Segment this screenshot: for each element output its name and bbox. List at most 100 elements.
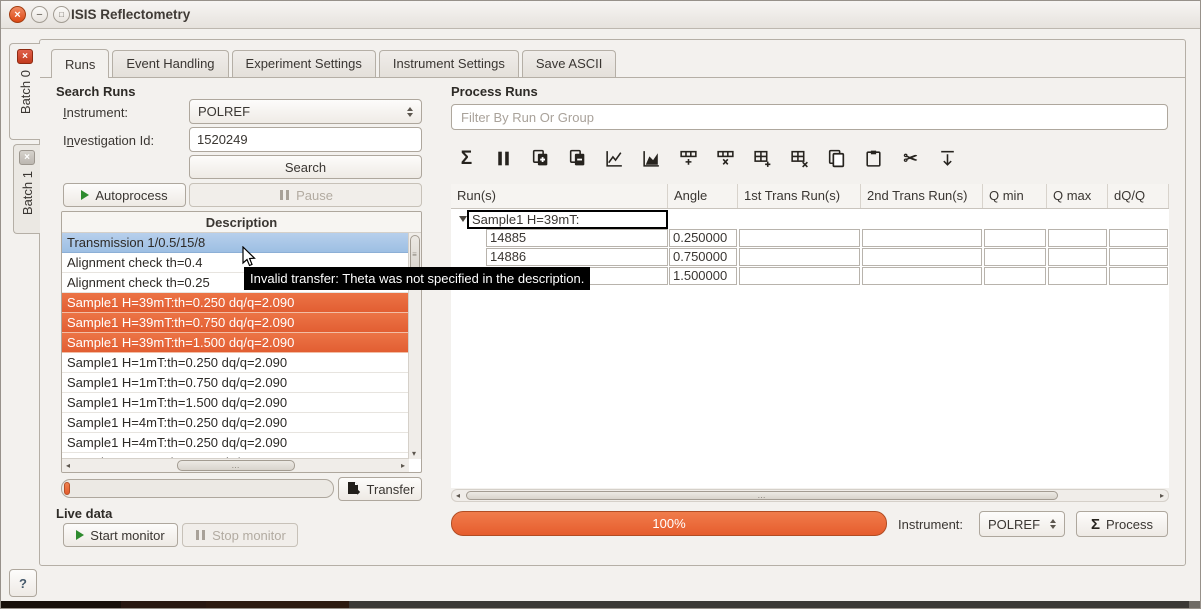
cell-angle[interactable]: 1.500000 (669, 267, 737, 285)
batch-tab-1[interactable]: × Batch 1 (13, 144, 40, 234)
cell-qmax[interactable] (1048, 229, 1107, 247)
cell-angle[interactable]: 0.750000 (669, 248, 737, 266)
process-instrument-select[interactable]: POLREF (979, 511, 1065, 537)
description-horizontal-scrollbar[interactable]: ◂ ⋯ ▸ (62, 458, 409, 472)
autoprocess-button[interactable]: Autoprocess (63, 183, 186, 207)
column-header[interactable]: dQ/Q (1108, 184, 1169, 208)
transfer-button[interactable]: Transfer (338, 477, 422, 501)
tab-experiment-settings[interactable]: Experiment Settings (232, 50, 376, 77)
cell-trans2[interactable] (862, 267, 982, 285)
description-row[interactable]: Sample1 H=39mT:th=0.750 dq/q=2.090 (62, 313, 421, 333)
delete-row-icon[interactable] (713, 143, 738, 173)
start-monitor-button[interactable]: Start monitor (63, 523, 178, 547)
description-column-header[interactable]: Description (62, 212, 421, 233)
cell-trans1[interactable] (739, 248, 860, 266)
tab-event-handling[interactable]: Event Handling (112, 50, 228, 77)
cell-qmin[interactable] (984, 248, 1046, 266)
pause-icon[interactable] (491, 143, 516, 173)
table-horizontal-scrollbar[interactable]: ◂ ⋯ ▸ (451, 489, 1169, 502)
scrollbar-thumb[interactable]: ⋯ (466, 491, 1058, 500)
scrollbar-thumb[interactable]: ⋯ (177, 460, 295, 471)
application-window: × − □ ISIS Reflectometry × Batch 0 × Bat… (0, 0, 1201, 609)
column-header[interactable]: Q min (983, 184, 1047, 208)
window-maximize-button[interactable]: □ (53, 6, 70, 23)
tab-instrument-settings[interactable]: Instrument Settings (379, 50, 519, 77)
cell-run[interactable]: 14885 (486, 229, 668, 247)
cell-dqq[interactable] (1109, 248, 1168, 266)
column-header[interactable]: Angle (668, 184, 738, 208)
description-row[interactable]: Sample1 H=1mT:th=1.500 dq/q=2.090 (62, 393, 421, 413)
batch-close-icon[interactable]: × (19, 150, 35, 165)
plot-groups-icon[interactable] (639, 143, 664, 173)
window-minimize-button[interactable]: − (31, 6, 48, 23)
batch-tab-label: Batch 1 (20, 171, 35, 215)
add-group-icon[interactable] (528, 143, 553, 173)
cell-dqq[interactable] (1109, 267, 1168, 285)
expand-triangle-icon[interactable] (459, 216, 467, 222)
cell-run[interactable]: 14886 (486, 248, 668, 266)
description-row[interactable]: Sample1 H=39mT:th=0.250 dq/q=2.090 (62, 293, 421, 313)
plot-runs-icon[interactable] (602, 143, 627, 173)
paste-icon[interactable] (861, 143, 886, 173)
column-header[interactable]: 2nd Trans Run(s) (861, 184, 983, 208)
instrument-value: POLREF (198, 104, 250, 119)
scroll-left-icon[interactable]: ◂ (456, 491, 460, 500)
batch-close-icon[interactable]: × (17, 49, 33, 64)
pause-button[interactable]: Pause (189, 183, 422, 207)
batch-tab-label: Batch 0 (18, 70, 33, 114)
investigation-input[interactable]: 1520249 (189, 127, 422, 152)
table-row[interactable]: 148860.750000 (451, 248, 1169, 267)
process-button[interactable]: Σ Process (1076, 511, 1168, 537)
copy-icon[interactable] (824, 143, 849, 173)
description-row[interactable]: Sample1 H=1mT:th=0.750 dq/q=2.090 (62, 373, 421, 393)
column-header[interactable]: 1st Trans Run(s) (738, 184, 861, 208)
scroll-right-icon[interactable]: ▸ (1160, 491, 1164, 500)
stop-monitor-button[interactable]: Stop monitor (182, 523, 298, 547)
cell-angle[interactable]: 0.250000 (669, 229, 737, 247)
cell-qmax[interactable] (1048, 248, 1107, 266)
help-button[interactable]: ? (9, 569, 37, 597)
sum-icon[interactable]: Σ (454, 143, 479, 173)
cell-dqq[interactable] (1109, 229, 1168, 247)
column-header[interactable]: Q max (1047, 184, 1108, 208)
window-close-button[interactable]: × (9, 6, 26, 23)
description-row[interactable]: Sample1 H=39mT:th=1.500 dq/q=2.090 (62, 333, 421, 353)
delete-group-icon[interactable] (787, 143, 812, 173)
cell-trans2[interactable] (862, 229, 982, 247)
cell-qmax[interactable] (1048, 267, 1107, 285)
instrument-select[interactable]: POLREF (189, 99, 422, 124)
description-row[interactable]: Sample1 H=1mT:th=0.250 dq/q=2.090 (62, 353, 421, 373)
table-row[interactable]: 148850.250000 (451, 229, 1169, 248)
process-instrument-label: Instrument: (898, 517, 963, 532)
scroll-right-icon[interactable]: ▸ (401, 461, 405, 470)
filter-input[interactable]: Filter By Run Or Group (451, 104, 1168, 130)
pause-icon (278, 188, 290, 203)
mouse-cursor (241, 246, 256, 268)
window-title: ISIS Reflectometry (71, 7, 190, 22)
cell-trans1[interactable] (739, 229, 860, 247)
cell-qmin[interactable] (984, 267, 1046, 285)
scroll-down-icon[interactable]: ▾ (412, 449, 416, 458)
collapse-groups-icon[interactable] (935, 143, 960, 173)
transfer-progress-bar (61, 479, 334, 498)
cell-trans1[interactable] (739, 267, 860, 285)
insert-group-icon[interactable] (750, 143, 775, 173)
search-button[interactable]: Search (189, 155, 422, 179)
tab-save-ascii[interactable]: Save ASCII (522, 50, 616, 77)
group-row[interactable]: Sample1 H=39mT: (451, 210, 1169, 229)
cell-trans2[interactable] (862, 248, 982, 266)
insert-row-icon[interactable] (676, 143, 701, 173)
spinner-icon[interactable] (407, 107, 413, 117)
spinner-icon[interactable] (1050, 519, 1056, 529)
group-name-cell[interactable]: Sample1 H=39mT: (467, 210, 668, 229)
cut-icon[interactable]: ✂ (898, 143, 923, 173)
tab-runs[interactable]: Runs (51, 49, 109, 78)
remove-group-icon[interactable] (565, 143, 590, 173)
batch-tab-0[interactable]: × Batch 0 (9, 43, 40, 140)
column-header[interactable]: Run(s) (451, 184, 668, 208)
cell-qmin[interactable] (984, 229, 1046, 247)
description-row[interactable]: Sample1 H=4mT:th=0.250 dq/q=2.090 (62, 433, 421, 453)
scroll-left-icon[interactable]: ◂ (66, 461, 70, 470)
description-row[interactable]: Sample1 H=4mT:th=0.250 dq/q=2.090 (62, 413, 421, 433)
progress-label: 100% (652, 516, 685, 531)
